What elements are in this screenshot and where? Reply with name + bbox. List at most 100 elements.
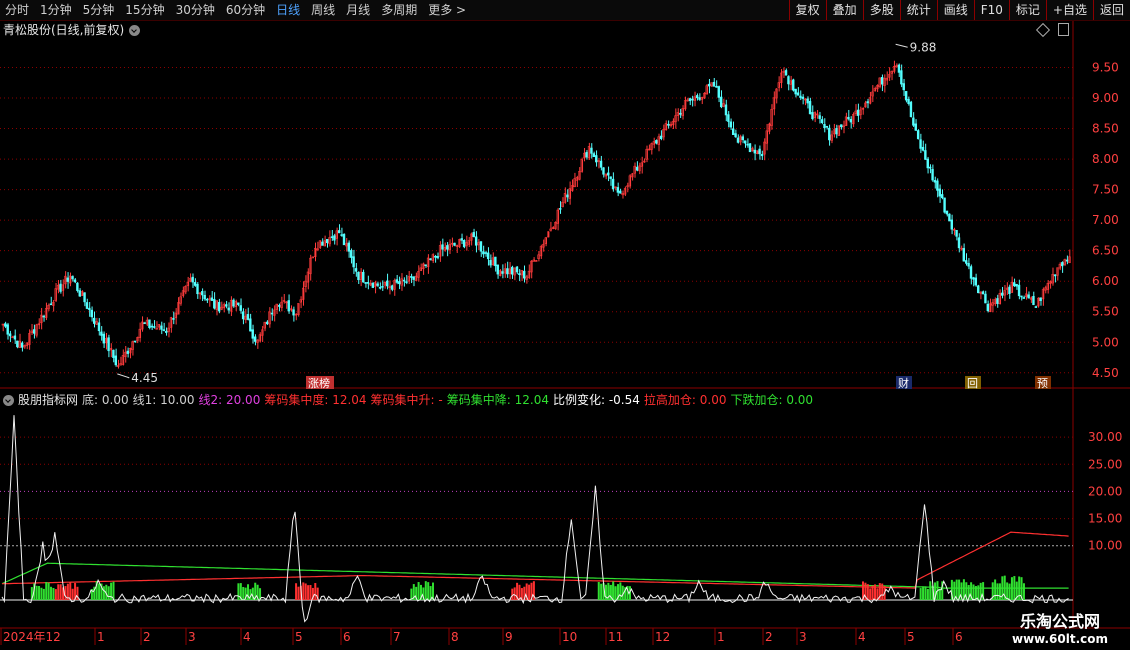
candle-body bbox=[338, 230, 341, 234]
candle-body bbox=[76, 282, 79, 291]
price-tick-label: 7.50 bbox=[1092, 183, 1119, 197]
period-tab-9[interactable]: 多周期 bbox=[376, 0, 423, 20]
candle-body bbox=[974, 277, 978, 286]
candle-body bbox=[787, 76, 790, 85]
candle-body bbox=[856, 109, 860, 116]
candle-body bbox=[902, 83, 905, 91]
tool-button-0[interactable]: 复权 bbox=[788, 0, 826, 20]
candle-body bbox=[962, 248, 966, 262]
candle-body bbox=[849, 118, 853, 123]
candle-body bbox=[460, 238, 463, 241]
high-price-label: 9.88 bbox=[910, 40, 937, 54]
candle-body bbox=[287, 300, 290, 312]
indicator-bar bbox=[295, 583, 298, 600]
candle-body bbox=[486, 252, 490, 260]
tool-button-4[interactable]: 画线 bbox=[936, 0, 974, 20]
candle-body bbox=[907, 99, 910, 104]
time-tick-label: 4 bbox=[858, 630, 866, 644]
tool-button-7[interactable]: +自选 bbox=[1045, 0, 1093, 20]
price-tick-label: 8.00 bbox=[1092, 152, 1119, 166]
candle-body bbox=[92, 317, 96, 324]
diamond-icon[interactable] bbox=[1035, 22, 1051, 38]
candle-body bbox=[753, 149, 757, 154]
candle-body bbox=[366, 282, 370, 284]
kline-chart[interactable]: 9.50 9.00 8.50 8.00 7.50 7.00 6.50 6.00 5.50 5.00… bbox=[0, 0, 1130, 650]
candle-body bbox=[969, 266, 973, 279]
period-tab-5[interactable]: 60分钟 bbox=[221, 0, 271, 20]
time-tick-label: 2024年12 bbox=[3, 630, 61, 644]
period-tab-10[interactable]: 更多 > bbox=[423, 0, 472, 20]
candle-body bbox=[1008, 286, 1011, 295]
candle-body bbox=[350, 250, 353, 258]
candle-body bbox=[972, 277, 975, 280]
candle-body bbox=[232, 299, 235, 307]
candle-body bbox=[967, 263, 970, 267]
candle-body bbox=[748, 143, 752, 153]
candle-body bbox=[49, 303, 53, 306]
indicator-bar bbox=[57, 584, 60, 600]
period-tab-7[interactable]: 周线 bbox=[306, 0, 341, 20]
candle-body bbox=[743, 140, 747, 144]
indicator-bar bbox=[50, 586, 53, 600]
period-tab-0[interactable]: 分时 bbox=[0, 0, 35, 20]
window-icon[interactable] bbox=[1058, 23, 1069, 36]
candle-body bbox=[114, 355, 118, 366]
candle-body bbox=[133, 340, 137, 343]
candle-body bbox=[818, 115, 821, 119]
event-marker-label: 财 bbox=[898, 376, 909, 390]
candle-body bbox=[518, 273, 521, 276]
period-tab-4[interactable]: 30分钟 bbox=[171, 0, 221, 20]
tool-button-8[interactable]: 返回 bbox=[1092, 0, 1130, 20]
period-tab-8[interactable]: 月线 bbox=[341, 0, 376, 20]
tool-button-3[interactable]: 统计 bbox=[899, 0, 937, 20]
candle-body bbox=[977, 285, 980, 294]
candle-body bbox=[611, 178, 615, 190]
indicator-name: 股朋指标网 bbox=[18, 393, 79, 407]
candle-body bbox=[239, 305, 242, 311]
tool-button-2[interactable]: 多股 bbox=[862, 0, 900, 20]
chevron-down-icon[interactable] bbox=[129, 24, 141, 36]
indicator-bar bbox=[994, 579, 997, 600]
indicator-bar bbox=[71, 588, 74, 600]
time-tick-label: 6 bbox=[955, 630, 963, 644]
candle-body bbox=[249, 318, 252, 332]
stock-title: 青松股份(日线,前复权) bbox=[3, 22, 141, 38]
candle-body bbox=[914, 123, 917, 131]
indicator-tick-label: 30.00 bbox=[1088, 430, 1122, 444]
candle-body bbox=[153, 326, 156, 328]
chevron-down-icon[interactable] bbox=[3, 394, 14, 406]
candle-body bbox=[201, 291, 204, 296]
candle-body bbox=[926, 158, 929, 169]
period-tab-2[interactable]: 5分钟 bbox=[78, 0, 121, 20]
candle-body bbox=[347, 242, 351, 252]
candle-body bbox=[412, 276, 415, 280]
candle-body bbox=[981, 291, 985, 295]
indicator-bar bbox=[314, 583, 317, 600]
candle-body bbox=[73, 279, 77, 283]
period-tab-6[interactable]: 日线 bbox=[271, 0, 306, 20]
period-tab-3[interactable]: 15分钟 bbox=[120, 0, 170, 20]
indicator-bar bbox=[938, 588, 941, 600]
candle-body bbox=[760, 154, 764, 157]
candle-body bbox=[472, 232, 475, 238]
low-marker-line bbox=[117, 373, 130, 379]
candle-body bbox=[102, 333, 105, 344]
indicator-value: 0.00 bbox=[695, 393, 727, 407]
candle-body bbox=[6, 324, 9, 335]
indicator-bar bbox=[1006, 582, 1009, 600]
candle-body bbox=[847, 116, 850, 120]
tool-button-6[interactable]: 标记 bbox=[1008, 0, 1046, 20]
tool-button-5[interactable]: F10 bbox=[973, 0, 1009, 20]
indicator-value: 0.00 bbox=[782, 393, 814, 407]
indicator-label: 筹码集中降: bbox=[446, 393, 511, 407]
tool-button-1[interactable]: 叠加 bbox=[825, 0, 863, 20]
candle-body bbox=[719, 96, 723, 108]
candle-body bbox=[943, 197, 946, 213]
indicator-label: 底: bbox=[82, 393, 99, 407]
candle-body bbox=[496, 264, 499, 275]
candle-body bbox=[205, 298, 209, 301]
period-tab-1[interactable]: 1分钟 bbox=[35, 0, 78, 20]
candle-body bbox=[16, 340, 19, 348]
candle-body bbox=[602, 167, 605, 175]
indicator-value: - bbox=[434, 393, 443, 407]
